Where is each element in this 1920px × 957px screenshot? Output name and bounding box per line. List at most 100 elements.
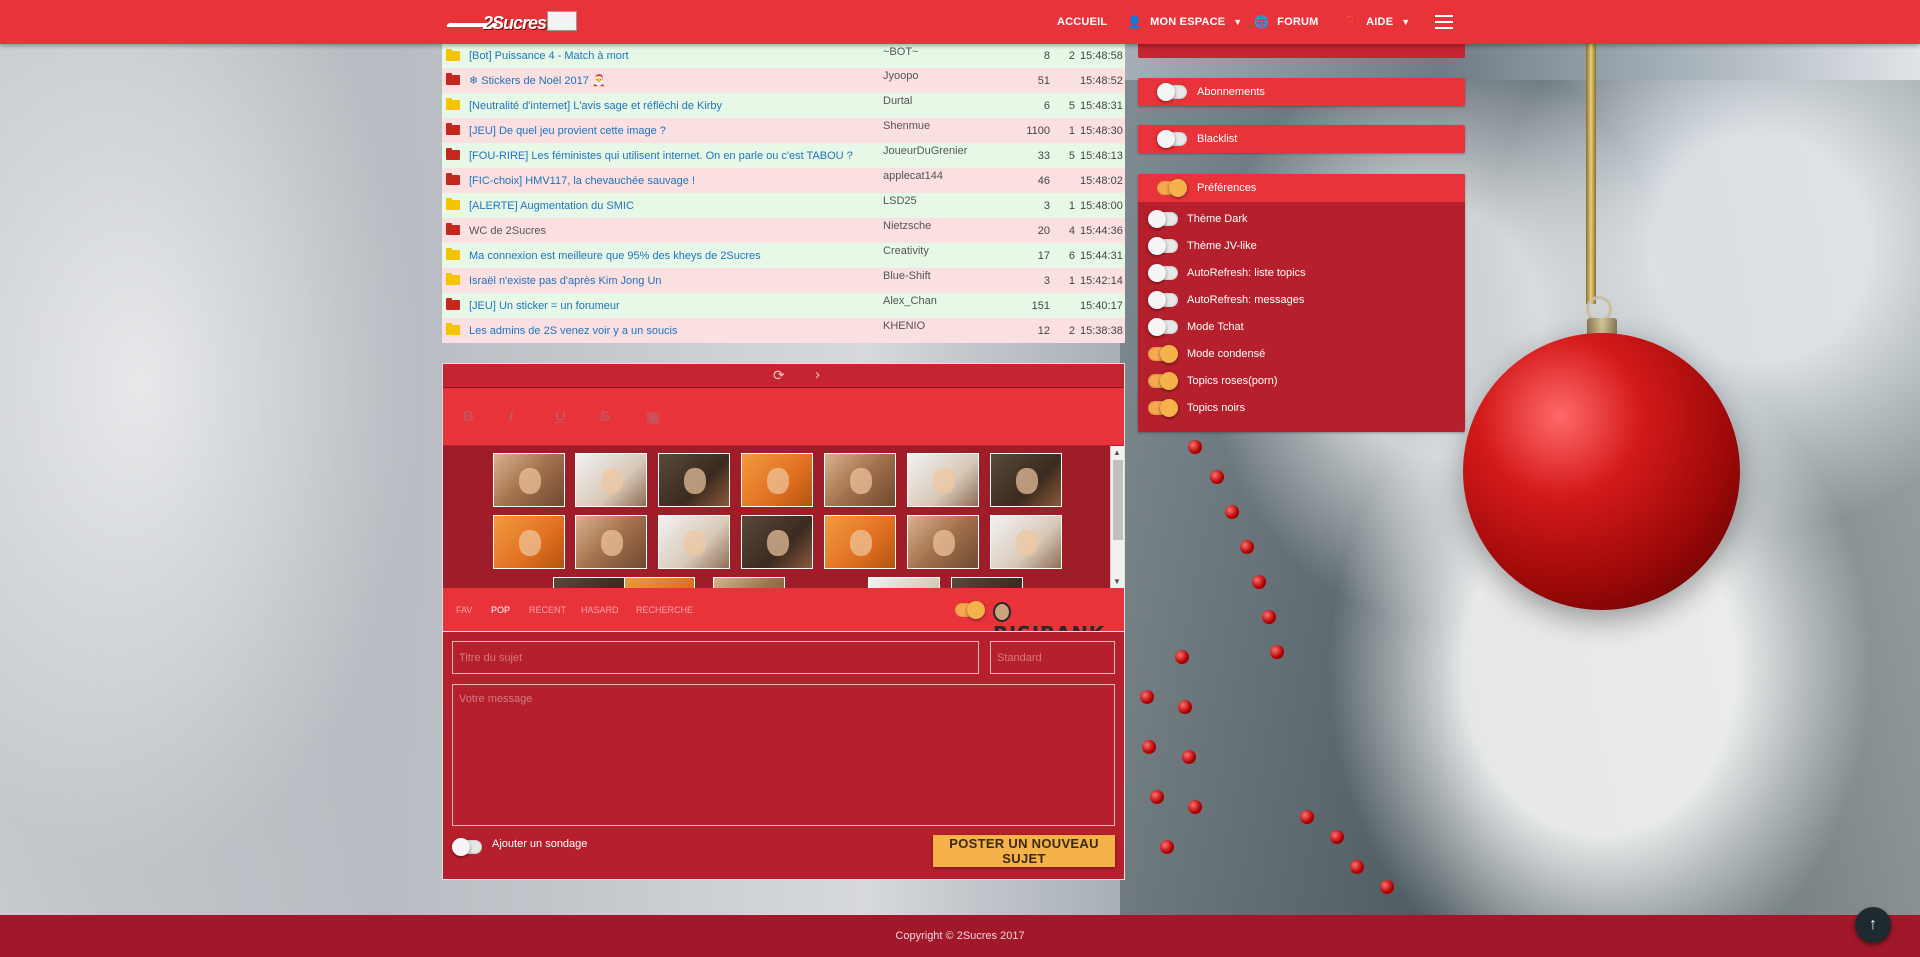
topic-row[interactable]: Ma connexion est meilleure que 95% des k… [442,243,1125,268]
topic-row[interactable]: Israël n'existe pas d'après Kim Jong Un B… [442,268,1125,293]
preference-row[interactable]: Thème JV-like [1138,236,1465,256]
preference-row[interactable]: Topics roses(porn) [1138,371,1465,391]
nav-aide[interactable]: ❓ AIDE ▼ [1343,0,1410,44]
topic-title-link[interactable]: [JEU] Un sticker = un forumeur [469,300,620,312]
topic-author[interactable]: JoueurDuGrenier [883,145,967,157]
sticker-scrollbar[interactable]: ▲ ▼ [1110,446,1124,588]
image-button[interactable]: ▣ [646,408,660,426]
italic-button[interactable]: I [509,408,513,425]
scrollbar-thumb[interactable] [1113,460,1123,540]
preference-row[interactable]: Mode Tchat [1138,317,1465,337]
sticker-thumbnail[interactable] [553,577,625,588]
topic-title-link[interactable]: WC de 2Sucres [469,225,546,237]
topic-category-input[interactable] [990,641,1115,674]
topic-title-link[interactable]: [JEU] De quel jeu provient cette image ? [469,125,666,137]
blacklist-toggle[interactable] [1157,130,1187,148]
topic-author[interactable]: Jyoopo [883,70,918,82]
chevron-right-icon[interactable]: › [815,366,820,383]
sticker-thumbnail[interactable] [575,453,647,507]
tab-recent[interactable]: RECENT [529,605,566,615]
sticker-thumbnail[interactable] [824,515,896,569]
preference-toggle[interactable] [1148,210,1178,228]
sticker-thumbnail[interactable] [713,577,785,588]
preferences-header[interactable]: Préférences [1138,174,1465,202]
tab-fav[interactable]: FAV [456,605,472,615]
sticker-thumbnail[interactable] [493,515,565,569]
topic-title-link[interactable]: [FIC-choix] HMV117, la chevauchée sauvag… [469,175,695,187]
preference-toggle[interactable] [1148,318,1178,336]
sticker-thumbnail[interactable] [824,453,896,507]
preference-toggle[interactable] [1148,237,1178,255]
message-textarea[interactable] [452,684,1115,826]
scroll-down-icon[interactable]: ▼ [1113,577,1121,586]
preference-row[interactable]: AutoRefresh: liste topics [1138,263,1465,283]
nav-mon-espace[interactable]: 👤 MON ESPACE ▼ [1127,0,1242,44]
nav-accueil[interactable]: ACCUEIL [1057,0,1107,44]
sticker-thumbnail[interactable] [907,453,979,507]
topic-author[interactable]: Creativity [883,245,929,257]
preference-toggle[interactable] [1148,264,1178,282]
preference-row[interactable]: Topics noirs [1138,398,1465,418]
topic-author[interactable]: KHENIO [883,320,925,332]
sticker-thumbnail[interactable] [990,515,1062,569]
topic-author[interactable]: Durtal [883,95,912,107]
bold-button[interactable]: B [463,408,474,425]
topic-title-link[interactable]: Israël n'existe pas d'après Kim Jong Un [469,275,662,287]
preference-toggle[interactable] [1148,345,1178,363]
site-logo[interactable]: 2Sucres [445,9,583,37]
topic-row[interactable]: [ALERTE] Augmentation du SMIC LSD25 3 1 15:4… [442,193,1125,218]
topic-row[interactable]: Les admins de 2S venez voir y a un souci… [442,318,1125,343]
sticker-thumbnail[interactable] [868,577,940,588]
sticker-thumbnail[interactable] [623,577,695,588]
topic-author[interactable]: Blue-Shift [883,270,931,282]
sticker-thumbnail[interactable] [741,453,813,507]
topic-author[interactable]: ~BOT~ [883,46,918,58]
topic-title-link[interactable]: [ALERTE] Augmentation du SMIC [469,200,634,212]
topic-author[interactable]: Shenmue [883,120,930,132]
topic-title-link[interactable]: ❄ Stickers de Noël 2017 🎅 [469,74,606,87]
topic-title-link[interactable]: [Bot] Puissance 4 - Match à mort [469,50,629,62]
refresh-icon[interactable]: ⟳ [773,367,785,384]
underline-button[interactable]: U [555,408,566,425]
sticker-thumbnail[interactable] [493,453,565,507]
tab-hasard[interactable]: HASARD [581,605,619,615]
topic-row[interactable]: [Bot] Puissance 4 - Match à mort ~BOT~ 8 2 1… [442,44,1125,68]
topic-title-link[interactable]: [FOU-RIRE] Les féministes qui utilisent … [469,150,853,162]
topic-title-link[interactable]: Ma connexion est meilleure que 95% des k… [469,250,761,262]
sticker-thumbnail[interactable] [907,515,979,569]
strikethrough-button[interactable]: S [600,408,610,425]
topic-row[interactable]: ❄ Stickers de Noël 2017 🎅 Jyoopo 51 15:48:5… [442,68,1125,93]
topic-row[interactable]: [JEU] Un sticker = un forumeur Alex_Chan 1… [442,293,1125,318]
sticker-thumbnail[interactable] [990,453,1062,507]
preferences-toggle[interactable] [1157,179,1187,197]
scroll-to-top-button[interactable]: ↑ [1855,907,1891,943]
sticker-thumbnail[interactable] [951,577,1023,588]
topic-row[interactable]: [JEU] De quel jeu provient cette image ?… [442,118,1125,143]
topic-title-input[interactable] [452,641,979,674]
nav-forum[interactable]: 🌐 FORUM [1254,0,1318,44]
poll-toggle[interactable] [452,838,482,856]
topic-author[interactable]: Alex_Chan [883,295,937,307]
sticker-thumbnail[interactable] [741,515,813,569]
sticker-thumbnail[interactable] [575,515,647,569]
abonnements-toggle[interactable] [1157,83,1187,101]
topic-row[interactable]: [Neutralité d'internet] L'avis sage et r… [442,93,1125,118]
preference-toggle[interactable] [1148,372,1178,390]
tab-pop[interactable]: POP [491,605,510,615]
preference-row[interactable]: Thème Dark [1138,209,1465,229]
preference-toggle[interactable] [1148,399,1178,417]
topic-row[interactable]: [FOU-RIRE] Les féministes qui utilisent … [442,143,1125,168]
hamburger-menu-icon[interactable] [1435,15,1453,29]
post-new-topic-button[interactable]: POSTER UN NOUVEAU SUJET [933,835,1115,867]
topic-title-link[interactable]: Les admins de 2S venez voir y a un souci… [469,325,678,337]
topic-author[interactable]: applecat144 [883,170,943,182]
topic-title-link[interactable]: [Neutralité d'internet] L'avis sage et r… [469,100,722,112]
topic-author[interactable]: LSD25 [883,195,917,207]
preference-toggle[interactable] [1148,291,1178,309]
scroll-up-icon[interactable]: ▲ [1113,448,1121,457]
topic-row[interactable]: [FIC-choix] HMV117, la chevauchée sauvag… [442,168,1125,193]
topic-author[interactable]: Nietzsche [883,220,931,232]
abonnements-box[interactable]: Abonnements [1138,78,1465,106]
risibank-toggle[interactable] [955,601,985,619]
blacklist-box[interactable]: Blacklist [1138,125,1465,153]
